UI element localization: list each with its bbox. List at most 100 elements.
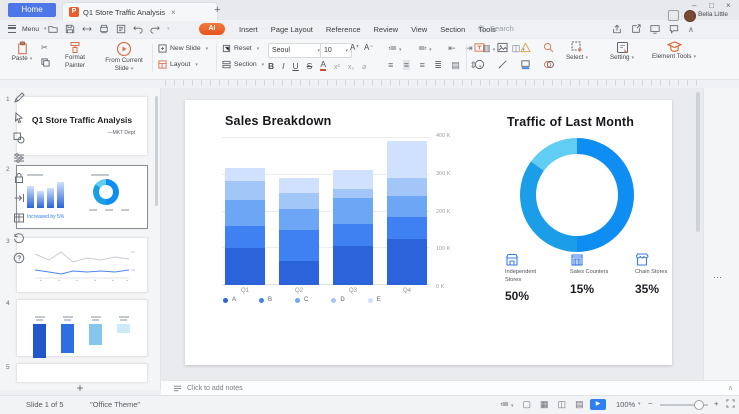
tab-insert[interactable]: Insert [239, 25, 258, 34]
font-name-select[interactable]: Seoul▾ [268, 43, 324, 58]
history-icon[interactable] [13, 232, 25, 244]
notes-toggle-icon[interactable]: ≔▾ [500, 399, 514, 410]
share-icon[interactable] [612, 24, 622, 34]
scroll-up-icon[interactable]: ∧ [728, 384, 733, 392]
close-window-button[interactable]: × [726, 1, 731, 10]
shrink-font-button[interactable]: A⁻ [364, 43, 374, 52]
cursor-icon[interactable] [13, 112, 25, 124]
subscript-button[interactable]: x₂ [348, 64, 354, 71]
zoom-out-button[interactable]: − [648, 399, 652, 408]
tab-view[interactable]: View [411, 25, 427, 34]
italic-button[interactable]: I [282, 61, 284, 71]
help-icon[interactable] [13, 252, 25, 264]
save-icon[interactable] [65, 24, 75, 34]
paste-button[interactable]: Paste▾ [7, 41, 37, 63]
add-slide-button[interactable]: + [68, 381, 92, 395]
home-button[interactable]: Home [8, 3, 56, 17]
shapes-icon[interactable] [13, 132, 25, 144]
new-slide-button[interactable]: New Slide▾ [158, 44, 208, 53]
stacked-bar-Q4[interactable] [387, 137, 427, 285]
menu-button[interactable]: Menu ▾ [8, 25, 47, 33]
zoom-level[interactable]: 100% [616, 400, 635, 409]
clear-format-button[interactable]: ⌀ [362, 63, 366, 71]
tab-page-layout[interactable]: Page Layout [271, 25, 313, 34]
panel-scrollbar[interactable] [155, 96, 158, 206]
zoom-slider-knob[interactable] [694, 400, 704, 410]
export-icon[interactable] [631, 24, 641, 34]
theme-name[interactable]: "Office Theme" [90, 400, 140, 409]
slide-thumbnail-1[interactable]: Q1 Store Traffic Analysis —MKT Dept [16, 96, 148, 156]
zoom-in-button[interactable]: + [714, 399, 718, 408]
print-icon[interactable] [99, 24, 109, 34]
font-color-button[interactable]: A [320, 59, 326, 71]
align-center-button[interactable]: ≡ [403, 60, 410, 70]
justify-button[interactable]: ≣ [434, 60, 442, 71]
indent-decrease-button[interactable]: ⇤ [448, 43, 456, 54]
align-left-button[interactable]: ≡ [388, 60, 393, 70]
slide-sorter-icon[interactable]: ▦ [540, 399, 549, 410]
format-painter-button[interactable]: Format Painter [56, 41, 94, 69]
section-button[interactable]: Section▾ [222, 60, 264, 69]
slideshow-play-button[interactable]: ▶ [590, 399, 606, 410]
cast-icon[interactable] [650, 24, 660, 34]
find-replace-button[interactable] [543, 42, 554, 53]
select-button[interactable]: Select▾ [560, 41, 594, 62]
copy-icon[interactable] [41, 58, 50, 67]
text-box-button[interactable] [474, 42, 485, 53]
tab-section[interactable]: Section [440, 25, 465, 34]
underline-button[interactable]: U [293, 61, 299, 71]
stacked-bar-Q1[interactable] [225, 137, 265, 285]
element-tools-button[interactable]: Element Tools▾ [646, 41, 702, 61]
reading-view-icon[interactable]: ◫ [558, 399, 567, 410]
tab-review[interactable]: Review [374, 25, 399, 34]
output-icon[interactable] [82, 24, 92, 34]
export-panel-icon[interactable] [13, 192, 25, 204]
undo-icon[interactable] [133, 24, 143, 34]
traffic-title[interactable]: Traffic of Last Month [507, 115, 634, 129]
ai-tab[interactable]: AI [199, 23, 225, 35]
stacked-bar-plot[interactable] [222, 137, 430, 285]
maximize-button[interactable]: □ [709, 1, 714, 10]
lock-icon[interactable] [13, 172, 25, 184]
from-current-slide-button[interactable]: From Current Slide▾ [100, 41, 148, 72]
cut-icon[interactable]: ✂ [41, 43, 48, 52]
slide-canvas[interactable]: Sales Breakdown 400 K300 K200 K100 K0 K … [185, 100, 672, 365]
reset-button[interactable]: Reset▾ [222, 44, 259, 53]
numbering-button[interactable]: ≕▾ [418, 43, 439, 54]
insert-picture-button[interactable] [497, 42, 508, 53]
search-box[interactable]: Search [478, 24, 514, 33]
fill-color-button[interactable] [520, 59, 531, 70]
layout-button[interactable]: Layout▾ [158, 60, 198, 69]
font-size-select[interactable]: 10▾ [320, 43, 352, 58]
donut-chart[interactable] [520, 138, 634, 252]
stacked-bar-Q3[interactable] [333, 137, 373, 285]
quick-access-more-icon[interactable]: ▾ [167, 24, 170, 34]
strikethrough-button[interactable]: S [307, 61, 313, 71]
redo-icon[interactable] [150, 24, 160, 34]
new-file-icon[interactable] [48, 24, 58, 34]
print-preview-icon[interactable] [116, 24, 126, 34]
animation-button[interactable] [543, 59, 554, 70]
sidebar-more-icon[interactable]: ⋯ [713, 272, 722, 283]
table-icon[interactable] [13, 212, 25, 224]
fit-to-window-icon[interactable] [726, 399, 735, 408]
slide-thumbnail-5[interactable] [16, 363, 148, 383]
user-avatar[interactable] [684, 10, 696, 22]
align-right-button[interactable]: ≡ [420, 60, 425, 70]
zoom-caret-icon[interactable]: ▾ [638, 401, 641, 407]
minimize-button[interactable]: – [692, 1, 696, 10]
superscript-button[interactable]: x² [334, 64, 340, 71]
editor-vertical-scrollbar[interactable] [696, 92, 700, 232]
slide-thumbnail-3[interactable] [16, 237, 148, 293]
close-tab-icon[interactable]: × [171, 8, 176, 17]
presenter-view-icon[interactable]: ▤ [575, 399, 584, 410]
normal-view-icon[interactable]: ▢ [523, 399, 532, 410]
device-icon[interactable] [668, 10, 679, 21]
stacked-bar-Q2[interactable] [279, 137, 319, 285]
shape-outline-button[interactable] [497, 59, 508, 70]
bullets-button[interactable]: ≔▾ [388, 43, 409, 54]
collapse-ribbon-icon[interactable]: ∧ [688, 25, 694, 34]
shape-fill-button[interactable] [474, 59, 485, 70]
slide-thumbnail-4[interactable] [16, 299, 148, 357]
document-tab[interactable]: P Q1 Store Traffic Analysis × [62, 2, 218, 21]
